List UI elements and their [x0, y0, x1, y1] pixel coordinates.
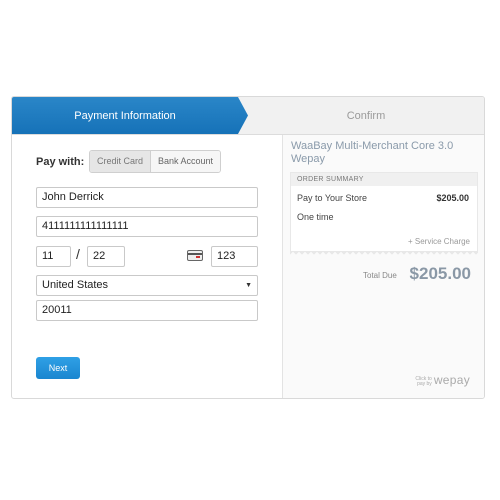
chevron-down-icon: ▼ — [245, 282, 252, 289]
order-summary-header: ORDER SUMMARY — [291, 173, 477, 186]
credit-card-tab[interactable]: Credit Card — [90, 151, 152, 172]
merchant-name: WaaBay Multi-Merchant Core 3.0 Wepay — [291, 140, 454, 165]
receipt-edge — [290, 252, 478, 257]
credit-card-icon — [187, 250, 203, 261]
payment-widget: Payment Information Confirm Pay with: Cr… — [11, 96, 485, 399]
country-value: United States — [42, 279, 109, 291]
next-button[interactable]: Next — [36, 357, 80, 379]
card-number-field[interactable]: 4111111111111111 — [36, 216, 258, 237]
summary-frequency: One time — [297, 212, 334, 222]
pay-with-label: Pay with: — [36, 156, 85, 168]
order-summary-box: ORDER SUMMARY Pay to Your Store $205.00 … — [290, 172, 478, 252]
step-confirm: Confirm — [346, 109, 386, 122]
cvv-field[interactable]: 123 — [211, 246, 258, 267]
total-due-amount: $205.00 — [409, 264, 471, 283]
payment-method-toggle: Credit Card Bank Account — [89, 150, 222, 173]
summary-item: Pay to Your Store — [297, 193, 368, 203]
exp-separator: / — [76, 246, 80, 262]
exp-month-field[interactable]: 11 — [36, 246, 71, 267]
country-select[interactable]: United States ▼ — [36, 275, 258, 296]
wepay-branding: Click to pay by wepay — [414, 373, 470, 387]
step-payment-information: Payment Information — [12, 97, 248, 134]
name-field[interactable]: John Derrick — [36, 187, 258, 208]
service-charge: + Service Charge — [407, 237, 470, 246]
step-bar: Payment Information Confirm — [12, 97, 484, 135]
wepay-logo: wepay — [433, 373, 470, 387]
zip-field[interactable]: 20011 — [36, 300, 258, 321]
payment-form: Pay with: Credit Card Bank Account John … — [12, 135, 282, 398]
powered-by-text: Click to pay by — [415, 376, 432, 387]
bank-account-tab[interactable]: Bank Account — [151, 151, 221, 172]
exp-year-field[interactable]: 22 — [87, 246, 125, 267]
order-summary-panel: WaaBay Multi-Merchant Core 3.0 Wepay ORD… — [282, 135, 484, 398]
total-due-label: Total Due — [363, 271, 397, 280]
summary-item-amount: $205.00 — [436, 193, 469, 203]
